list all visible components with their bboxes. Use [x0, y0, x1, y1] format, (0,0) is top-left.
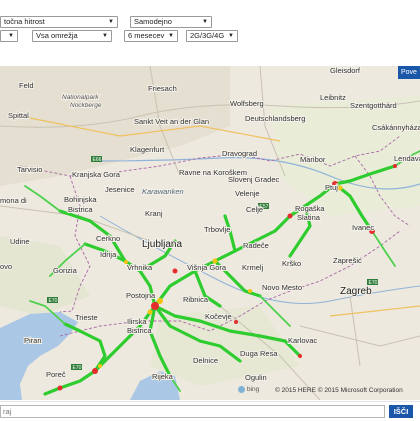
- place-label: Poreč: [46, 370, 66, 379]
- place-label: Nockberge: [70, 102, 102, 109]
- place-label: Nationalpark: [62, 94, 99, 101]
- refresh-select[interactable]: Samodejno ▼: [130, 16, 212, 28]
- svg-text:E66: E66: [93, 157, 102, 163]
- place-label: Trbovlje: [204, 225, 230, 234]
- place-label: Tarvisio: [17, 165, 42, 174]
- place-label: Csákánnyháza: [372, 123, 420, 132]
- map-view[interactable]: E66 E57 E70 E70 E70 Feld Gleisdorf Fries…: [0, 66, 420, 400]
- svg-text:E70: E70: [49, 298, 58, 304]
- chevron-down-icon: ▼: [228, 33, 234, 39]
- place-label: Velenje: [235, 189, 260, 198]
- place-label: Lendava: [394, 154, 420, 163]
- first-select[interactable]: ▼: [0, 30, 18, 42]
- tech-select[interactable]: 2G/3G/4G ▼: [186, 30, 238, 42]
- map-canvas[interactable]: E66 E57 E70 E70 E70 Feld Gleisdorf Fries…: [0, 66, 420, 400]
- chevron-down-icon: ▼: [102, 33, 108, 39]
- place-label: Kočevje: [205, 312, 232, 321]
- bing-label: bing: [247, 386, 260, 393]
- tech-select-value: 2G/3G/4G: [190, 31, 225, 40]
- bing-logo-icon: [238, 386, 245, 393]
- place-label: Krmelj: [242, 263, 264, 272]
- bing-attribution: bing: [238, 386, 259, 393]
- place-label: Ilirska: [127, 317, 147, 326]
- place-label: Rijeka: [152, 372, 174, 381]
- place-label: Rogaška: [295, 204, 325, 213]
- place-label: Cerkno: [96, 234, 120, 243]
- period-select-value: 6 mesecev: [128, 31, 165, 40]
- place-label: Radeče: [243, 241, 269, 250]
- place-label: Gleisdorf: [330, 66, 361, 75]
- place-label: Bistrica: [68, 205, 93, 214]
- place-label: Kranjska Gora: [72, 170, 121, 179]
- search-bar: IŠČI: [0, 401, 420, 421]
- svg-text:E70: E70: [73, 365, 82, 371]
- place-label: Zagreb: [340, 286, 372, 297]
- place-label: mona di: [0, 196, 27, 205]
- network-select[interactable]: Vsa omrežja ▼: [32, 30, 112, 42]
- place-label: Trieste: [75, 313, 98, 322]
- place-label: Idrija: [100, 250, 117, 259]
- place-label: Karlovac: [288, 336, 317, 345]
- place-label: Deutschlandsberg: [245, 114, 305, 123]
- copyright-text: © 2015 HERE © 2015 Microsoft Corporation: [275, 387, 403, 394]
- place-label: Maribor: [300, 155, 326, 164]
- place-label: Ivanec: [352, 223, 374, 232]
- place-label: Piran: [24, 336, 42, 345]
- speed-select-value: točna hitrost: [4, 17, 45, 26]
- network-select-value: Vsa omrežja: [36, 31, 78, 40]
- power-button[interactable]: Pove: [398, 66, 420, 79]
- place-label: Jesenice: [105, 185, 135, 194]
- place-label: Friesach: [148, 84, 177, 93]
- place-label: Ptuj: [325, 183, 338, 192]
- place-label: Dravograd: [222, 149, 257, 158]
- place-label: Ribnica: [183, 295, 209, 304]
- place-label: Leibnitz: [320, 93, 346, 102]
- place-label: ovo: [0, 262, 12, 271]
- place-label: Višnja Gora: [187, 263, 227, 272]
- place-label: Ljubljana: [142, 239, 182, 250]
- place-label: Zaprešić: [333, 256, 362, 265]
- place-label: Feld: [19, 81, 34, 90]
- place-label: Novo Mesto: [262, 283, 302, 292]
- chevron-down-icon: ▼: [202, 19, 208, 25]
- place-label: Vrhnika: [127, 263, 153, 272]
- chevron-down-icon: ▼: [168, 33, 174, 39]
- place-label: Celje: [246, 205, 263, 214]
- place-label: Delnice: [193, 356, 218, 365]
- place-label: Bistrica: [127, 326, 152, 335]
- place-label: Duga Resa: [240, 349, 278, 358]
- place-label: Wolfsberg: [230, 99, 264, 108]
- place-label: Slovenj Gradec: [228, 175, 280, 184]
- place-label: Udine: [10, 237, 30, 246]
- place-label: Spittal: [8, 111, 29, 120]
- place-label: Klagenfurt: [130, 145, 165, 154]
- place-label: Slatina: [297, 213, 321, 222]
- place-label: Gorizia: [53, 266, 78, 275]
- place-label: Karawanken: [142, 187, 184, 196]
- chevron-down-icon: ▼: [108, 19, 114, 25]
- place-label: Szentgotthárd: [350, 101, 397, 110]
- speed-select[interactable]: točna hitrost ▼: [0, 16, 118, 28]
- search-input[interactable]: [0, 405, 385, 418]
- place-label: Sankt Veit an der Glan: [134, 117, 209, 126]
- period-select[interactable]: 6 mesecev ▼: [124, 30, 178, 42]
- place-label: Krško: [282, 259, 301, 268]
- chevron-down-icon: ▼: [8, 33, 14, 39]
- place-label: Kranj: [145, 209, 163, 218]
- refresh-select-value: Samodejno: [134, 17, 172, 26]
- controls-row-2: ▼ Vsa omrežja ▼ 6 mesecev ▼ 2G/3G/4G ▼: [0, 30, 420, 46]
- place-label: Postojna: [126, 291, 156, 300]
- search-button[interactable]: IŠČI: [389, 405, 413, 418]
- place-label: Bohinjska: [64, 195, 97, 204]
- place-label: Ogulin: [245, 373, 267, 382]
